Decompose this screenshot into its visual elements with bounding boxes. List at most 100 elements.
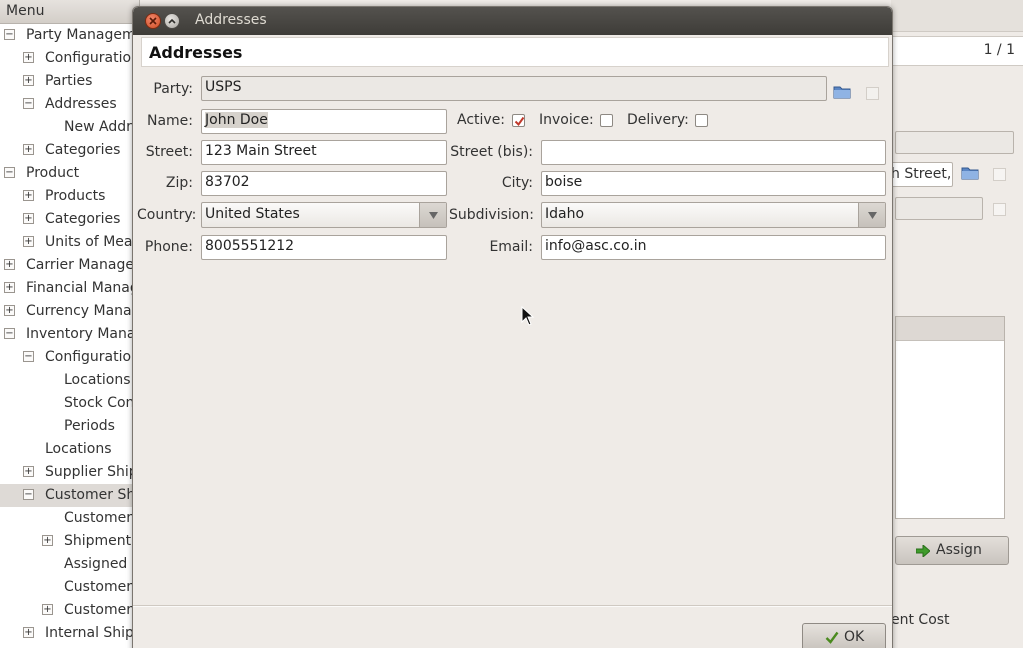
menu-item-label: Customer [64,579,133,595]
menu-item[interactable]: − Product [0,162,139,185]
expand-icon[interactable]: + [4,282,15,293]
clear-box[interactable] [993,168,1006,181]
folder-icon[interactable] [961,166,979,184]
collapse-icon[interactable]: − [23,98,34,109]
menu-item[interactable]: + Categories [0,139,139,162]
menu-item[interactable]: + Configuration [0,47,139,70]
assign-button[interactable]: Assign [895,536,1009,565]
invoice-label: Invoice: [539,112,594,128]
menu-item[interactable]: + Supplier Shipments [0,461,139,484]
delivery-label: Delivery: [627,112,689,128]
name-value: John Doe [205,112,268,128]
expand-icon[interactable]: + [23,213,34,224]
menu-item[interactable]: −Party Management [0,24,139,47]
folder-icon[interactable] [833,85,851,103]
phone-field[interactable]: 8005551212 [201,235,447,260]
expand-icon[interactable]: + [42,604,53,615]
street-field[interactable]: 123 Main Street [201,140,447,165]
close-button[interactable] [145,13,161,29]
menu-item[interactable]: + Customer [0,599,139,622]
delivery-checkbox[interactable] [695,114,708,127]
menu-item[interactable]: Locations [0,369,139,392]
menu-item[interactable]: + Parties [0,70,139,93]
expand-icon[interactable]: + [23,627,34,638]
menu-item[interactable]: − Configuration [0,346,139,369]
menu-item[interactable]: + Financial Management [0,277,139,300]
collapse-icon[interactable]: − [4,29,15,40]
menu-item[interactable]: + Internal Shipments [0,622,139,645]
search-box-icon[interactable] [993,203,1006,216]
collapse-icon[interactable]: − [23,351,34,362]
parent-window-fragment: 1 / 1 h Street, Assign ent Cost [887,0,1023,648]
expand-icon[interactable]: + [4,305,15,316]
chevron-down-icon [868,212,877,219]
menu-item[interactable]: + Products [0,185,139,208]
subdivision-select[interactable]: Idaho [541,202,886,228]
menu-item[interactable]: + Carrier Management [0,254,139,277]
menu-item[interactable]: − Addresses [0,93,139,116]
menu-item[interactable]: −Inventory Management [0,323,139,346]
expand-icon[interactable]: + [4,259,15,270]
subdivision-value: Idaho [545,206,585,222]
country-select[interactable]: United States [201,202,447,228]
expand-icon[interactable]: + [23,466,34,477]
menu-item[interactable]: + Currency Management [0,300,139,323]
invoice-checkbox[interactable] [600,114,613,127]
menu-item-label: Supplier Shipments [45,464,139,480]
email-label: Email: [489,239,533,255]
address-form: Party: USPS Name: John Doe Active: Invoi… [133,73,892,607]
menu-item-label: Assigned Customer [64,556,139,572]
street-bis-field[interactable] [541,140,886,165]
expand-icon[interactable]: + [23,144,34,155]
ok-button[interactable]: OK [802,623,886,648]
expand-icon[interactable]: + [23,190,34,201]
menu-item-label: Locations [64,372,131,388]
expand-icon[interactable]: + [23,52,34,63]
street-bis-label: Street (bis): [450,144,533,160]
clear-party-button[interactable] [866,87,879,100]
parent-field[interactable] [895,131,1014,154]
menu-item[interactable]: Customer [0,507,139,530]
menu-item-label: Configuration [45,50,139,66]
maximize-button[interactable] [164,13,180,29]
party-field[interactable]: USPS [201,76,827,101]
expand-icon[interactable]: + [23,75,34,86]
ok-button-label: OK [844,629,865,645]
menu-item[interactable]: + Shipment [0,530,139,553]
menu-item-label: Financial Management [26,280,139,296]
zip-field[interactable]: 83702 [201,171,447,196]
parent-list[interactable] [895,316,1005,519]
menu-item[interactable]: Stock Configuration [0,392,139,415]
name-field[interactable]: John Doe [201,109,447,134]
menu-item[interactable]: Periods [0,415,139,438]
street-label: Street: [145,144,193,160]
city-field[interactable]: boise [541,171,886,196]
menu-item-label: Party Management [26,27,139,43]
menu-item[interactable]: Locations [0,438,139,461]
dialog-titlebar[interactable]: Addresses [133,7,892,35]
menu-item[interactable]: + Units of Measure [0,231,139,254]
active-checkbox[interactable] [512,114,525,127]
collapse-icon[interactable]: − [4,167,15,178]
collapse-icon[interactable]: − [4,328,15,339]
menu-item-label: Products [45,188,106,204]
menu-item[interactable]: + Categories [0,208,139,231]
checkmark-icon [514,116,525,127]
collapse-icon[interactable]: − [23,489,34,500]
menu-item-label: Customer [64,510,133,526]
email-field[interactable]: info@asc.co.in [541,235,886,260]
menu-item[interactable]: Customer [0,576,139,599]
country-value: United States [205,206,300,222]
menu-item[interactable]: −Customer Shipments [0,484,139,507]
dropdown-arrow[interactable] [419,203,446,227]
divider [133,606,892,607]
parent-field[interactable] [895,197,983,220]
expand-icon[interactable]: + [42,535,53,546]
dropdown-arrow[interactable] [858,203,885,227]
menu-item[interactable]: Assigned Customer [0,553,139,576]
menu-item[interactable]: New Address [0,116,139,139]
menu-tree-panel: Menu −Party Management+Configuration+Par… [0,0,140,648]
page-title: Addresses [149,43,243,62]
menu-item-label: Customer [64,602,133,618]
expand-icon[interactable]: + [23,236,34,247]
